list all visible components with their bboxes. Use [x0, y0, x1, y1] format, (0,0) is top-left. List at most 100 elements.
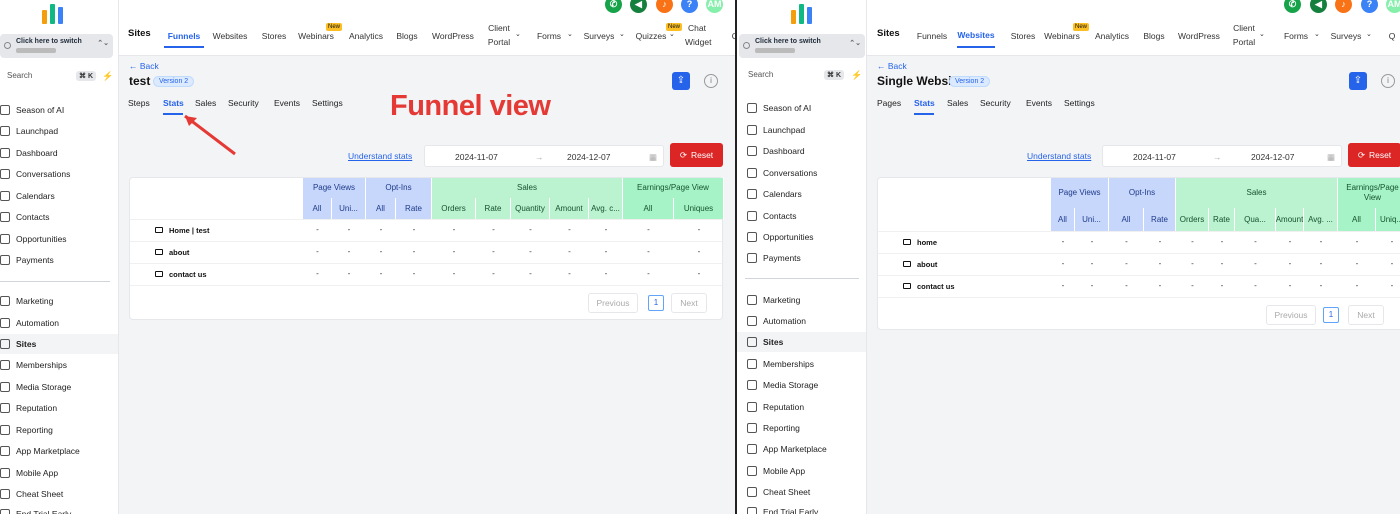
sidebar-item-sites[interactable]: Sites — [737, 332, 866, 352]
subtab-pages[interactable]: Pages — [877, 98, 901, 108]
help-icon[interactable]: ? — [681, 0, 698, 13]
subtab-security[interactable]: Security — [980, 98, 1011, 108]
top-tab-funnels[interactable]: Funnels — [912, 29, 952, 43]
info-icon[interactable]: i — [1381, 74, 1395, 88]
top-tab-wordpress[interactable]: WordPress — [430, 29, 476, 43]
top-tab-wordpress[interactable]: WordPress — [1176, 29, 1222, 43]
bolt-icon[interactable]: ⚡ — [851, 70, 862, 81]
top-tab-funnels[interactable]: Funnels — [164, 29, 204, 43]
sidebar-item-sites[interactable]: Sites — [0, 334, 118, 354]
sidebar-item-automation[interactable]: Automation — [0, 313, 118, 333]
sidebar-item-payments[interactable]: Payments — [737, 248, 866, 268]
reset-button[interactable]: ⟳ Reset — [670, 143, 723, 167]
subtab-events[interactable]: Events — [274, 98, 300, 108]
sidebar-item-cheat-sheet[interactable]: Cheat Sheet — [0, 484, 118, 504]
account-switcher[interactable]: Click here to switch ⌃⌄ — [739, 34, 865, 58]
megaphone-icon[interactable]: ◀ — [630, 0, 647, 13]
sidebar-item-reporting[interactable]: Reporting — [737, 418, 866, 438]
sidebar-item-conversations[interactable]: Conversations — [737, 163, 866, 183]
sidebar-item-dashboard[interactable]: Dashboard — [737, 141, 866, 161]
sidebar-item-end-trial-early[interactable]: End Trial Early — [737, 502, 866, 514]
info-icon[interactable]: i — [704, 74, 718, 88]
sidebar-item-mobile-app[interactable]: Mobile App — [0, 463, 118, 483]
table-row[interactable]: contact us — [155, 263, 207, 285]
previous-button[interactable]: Previous — [1266, 305, 1316, 325]
top-tab-chat-widget[interactable]: Chat Widget — [685, 21, 711, 49]
phone-icon[interactable]: ✆ — [605, 0, 622, 13]
top-tab-webinars[interactable]: Webinars — [297, 29, 335, 43]
date-range-picker[interactable]: 2024-11-07 → 2024-12-07 ▦ — [1102, 145, 1342, 167]
sidebar-item-memberships[interactable]: Memberships — [0, 355, 118, 375]
back-link[interactable]: ← Back — [129, 61, 159, 71]
previous-button[interactable]: Previous — [588, 293, 638, 313]
sidebar-item-season-of-ai[interactable]: Season of AI — [737, 98, 866, 118]
date-range-picker[interactable]: 2024-11-07 → 2024-12-07 ▦ — [424, 145, 664, 167]
table-row[interactable]: Home | test — [155, 219, 209, 241]
top-tab-forms[interactable]: Forms — [1278, 29, 1314, 43]
top-tab-quizzes[interactable]: Quizzes — [633, 29, 669, 43]
sidebar-item-conversations[interactable]: Conversations — [0, 164, 118, 184]
page-number-button[interactable]: 1 — [648, 295, 664, 311]
table-row[interactable]: home — [903, 231, 937, 253]
top-tab-analytics[interactable]: Analytics — [347, 29, 385, 43]
sidebar-item-media-storage[interactable]: Media Storage — [0, 377, 118, 397]
sidebar-item-reputation[interactable]: Reputation — [0, 398, 118, 418]
search-input[interactable]: Search ⌘ K ⚡ — [4, 71, 114, 85]
next-button[interactable]: Next — [1348, 305, 1384, 325]
avatar[interactable]: AM — [1386, 0, 1400, 13]
sidebar-item-cheat-sheet[interactable]: Cheat Sheet — [737, 482, 866, 502]
subtab-settings[interactable]: Settings — [312, 98, 343, 108]
top-tab-forms[interactable]: Forms — [531, 29, 567, 43]
sidebar-item-app-marketplace[interactable]: App Marketplace — [0, 441, 118, 461]
reset-button[interactable]: ⟳ Reset — [1348, 143, 1400, 167]
top-tab-analytics[interactable]: Analytics — [1093, 29, 1131, 43]
subtab-settings[interactable]: Settings — [1064, 98, 1095, 108]
top-tab-surveys[interactable]: Surveys — [579, 29, 619, 43]
sidebar-item-contacts[interactable]: Contacts — [737, 206, 866, 226]
sidebar-item-season-of-ai[interactable]: Season of AI — [0, 100, 118, 120]
top-tab-websites[interactable]: Websites — [210, 29, 250, 43]
top-tab-client-portal[interactable]: Client Portal — [483, 21, 515, 49]
subtab-events[interactable]: Events — [1026, 98, 1052, 108]
subtab-security[interactable]: Security — [228, 98, 259, 108]
subtab-stats[interactable]: Stats — [163, 98, 184, 108]
sidebar-item-payments[interactable]: Payments — [0, 250, 118, 270]
sidebar-item-reputation[interactable]: Reputation — [737, 397, 866, 417]
account-switcher[interactable]: Click here to switch ⌃⌄ — [0, 34, 113, 58]
sidebar-item-automation[interactable]: Automation — [737, 311, 866, 331]
top-tab-surveys[interactable]: Surveys — [1326, 29, 1366, 43]
understand-stats-link[interactable]: Understand stats — [1027, 151, 1091, 161]
avatar[interactable]: AM — [706, 0, 723, 13]
share-button[interactable]: ⇪ — [672, 72, 690, 90]
top-tab-q[interactable]: Q — [1387, 29, 1397, 43]
search-input[interactable]: Search ⌘ K ⚡ — [745, 70, 862, 84]
sidebar-item-calendars[interactable]: Calendars — [737, 184, 866, 204]
sidebar-item-launchpad[interactable]: Launchpad — [0, 121, 118, 141]
bell-icon[interactable]: ♪ — [656, 0, 673, 13]
bolt-icon[interactable]: ⚡ — [102, 71, 113, 82]
sidebar-item-calendars[interactable]: Calendars — [0, 186, 118, 206]
understand-stats-link[interactable]: Understand stats — [348, 151, 412, 161]
page-number-button[interactable]: 1 — [1323, 307, 1339, 323]
phone-icon[interactable]: ✆ — [1284, 0, 1301, 13]
share-button[interactable]: ⇪ — [1349, 72, 1367, 90]
sidebar-item-app-marketplace[interactable]: App Marketplace — [737, 439, 866, 459]
table-row[interactable]: about — [155, 241, 189, 263]
top-tab-stores[interactable]: Stores — [259, 29, 289, 43]
sidebar-item-marketing[interactable]: Marketing — [0, 291, 118, 311]
table-row[interactable]: contact us — [903, 275, 955, 297]
subtab-sales[interactable]: Sales — [195, 98, 216, 108]
top-tab-webinars[interactable]: Webinars — [1043, 29, 1081, 43]
back-link[interactable]: ← Back — [877, 61, 907, 71]
subtab-stats[interactable]: Stats — [914, 98, 935, 108]
sidebar-item-launchpad[interactable]: Launchpad — [737, 120, 866, 140]
top-tab-blogs[interactable]: Blogs — [394, 29, 420, 43]
top-tab-client-portal[interactable]: Client Portal — [1229, 21, 1259, 49]
sidebar-item-marketing[interactable]: Marketing — [737, 290, 866, 310]
table-row[interactable]: about — [903, 253, 937, 275]
next-button[interactable]: Next — [671, 293, 707, 313]
sidebar-item-media-storage[interactable]: Media Storage — [737, 375, 866, 395]
top-tab-websites[interactable]: Websites — [957, 28, 995, 42]
sidebar-item-memberships[interactable]: Memberships — [737, 354, 866, 374]
top-tab-blogs[interactable]: Blogs — [1141, 29, 1167, 43]
